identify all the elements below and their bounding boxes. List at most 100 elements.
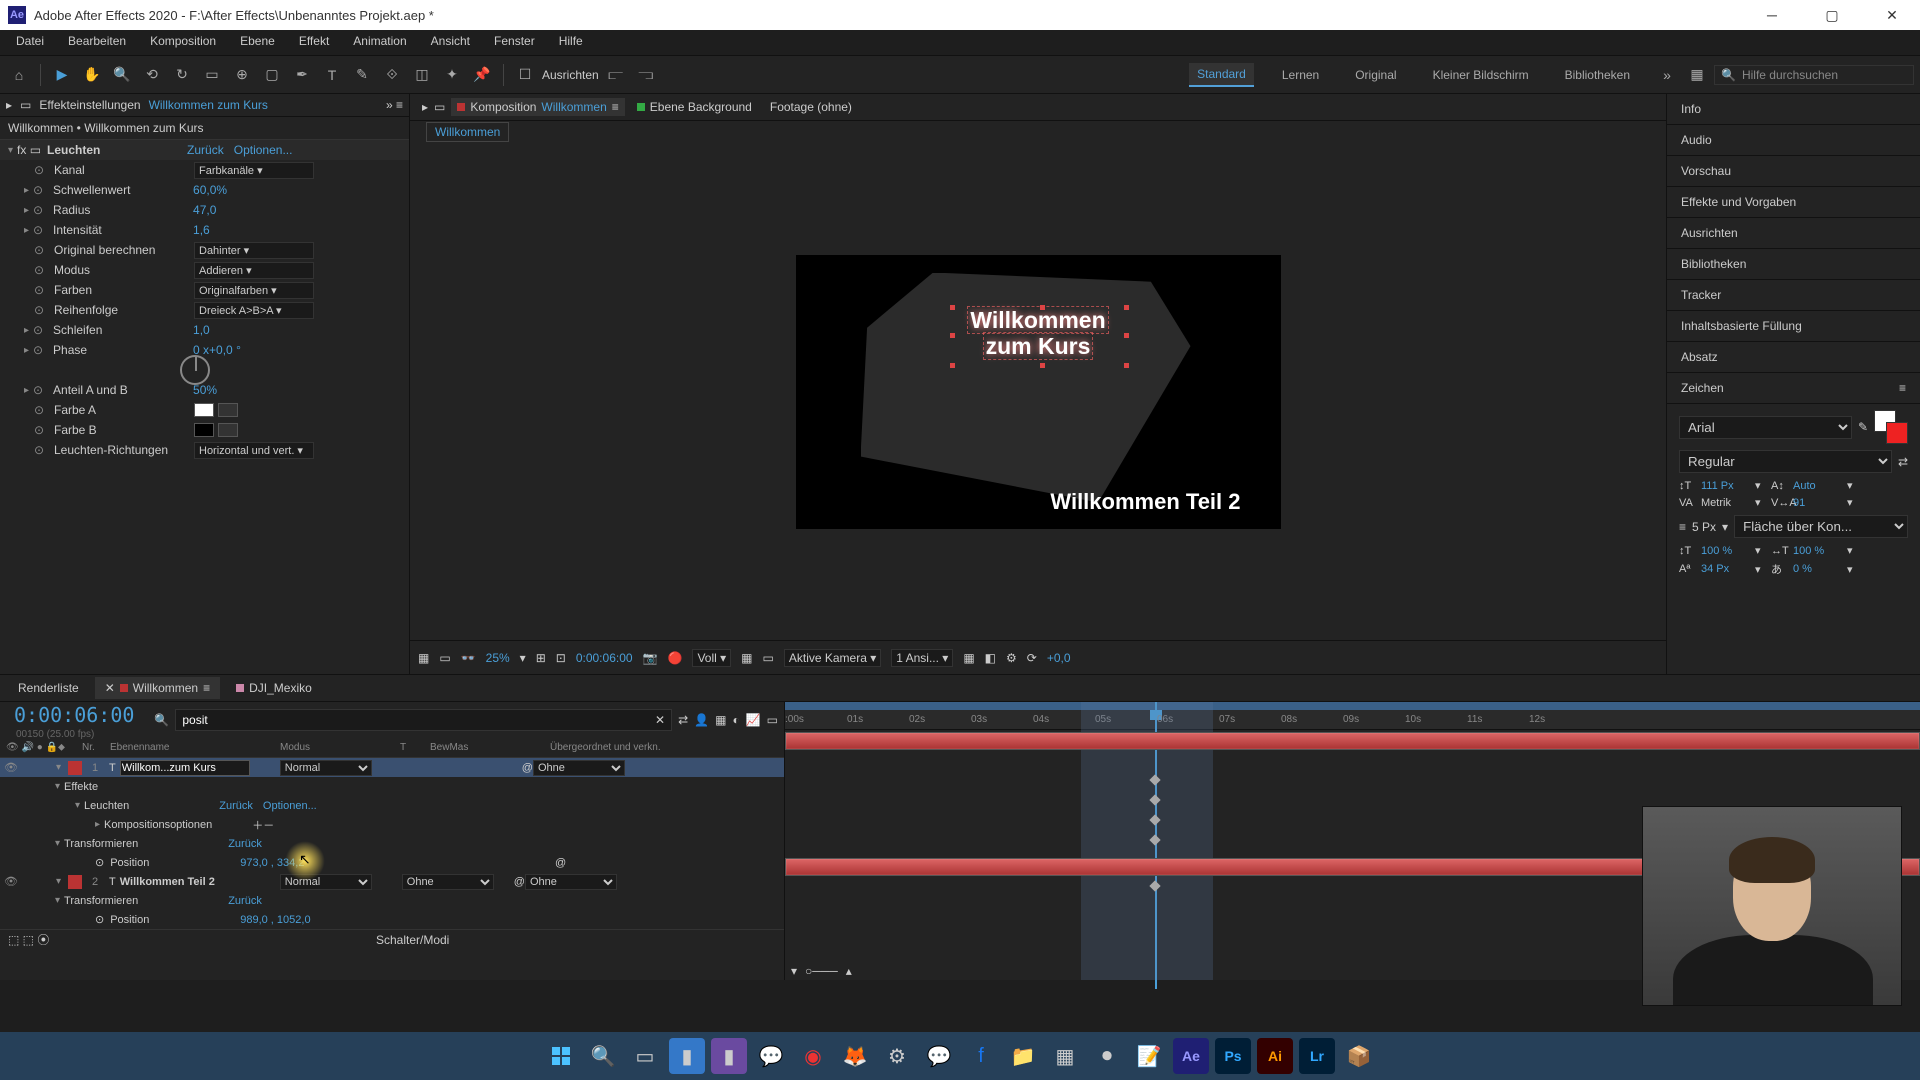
panel-absatz[interactable]: Absatz bbox=[1667, 342, 1920, 373]
snap-opt2-icon[interactable]: ⫎ bbox=[633, 62, 659, 88]
viewer-prev-icon[interactable]: ▸ bbox=[422, 100, 428, 114]
fx-reset[interactable]: Zurück bbox=[187, 143, 224, 157]
transparency-icon[interactable]: ▦ bbox=[741, 651, 752, 665]
vc-icon4[interactable]: ⟳ bbox=[1027, 651, 1037, 665]
transform-handle[interactable] bbox=[1124, 333, 1129, 338]
type-tool-icon[interactable]: T bbox=[319, 62, 345, 88]
fx-toggle-icon[interactable]: ▸ bbox=[6, 98, 12, 112]
stopwatch-icon[interactable]: ⊙ bbox=[34, 283, 48, 297]
fill-stroke-color[interactable] bbox=[1874, 410, 1908, 444]
panel-inhaltsbasierte-füllung[interactable]: Inhaltsbasierte Füllung bbox=[1667, 311, 1920, 342]
workspace-bibliotheken[interactable]: Bibliotheken bbox=[1557, 64, 1638, 86]
stopwatch-icon[interactable]: ⊙ bbox=[33, 383, 47, 397]
expand-icon[interactable]: ▸ bbox=[24, 325, 29, 336]
eyedropper-icon[interactable] bbox=[218, 403, 238, 417]
tsume[interactable]: 0 % bbox=[1793, 563, 1841, 575]
selection-tool-icon[interactable]: ▶ bbox=[49, 62, 75, 88]
timecode[interactable]: 0:00:06:00 bbox=[6, 701, 142, 729]
visibility-icon[interactable]: 👁 bbox=[4, 761, 18, 774]
pan-behind-icon[interactable]: ⊕ bbox=[229, 62, 255, 88]
stopwatch-icon[interactable]: ⊙ bbox=[33, 343, 47, 357]
snap-opt1-icon[interactable]: ⫍ bbox=[603, 62, 629, 88]
kerning[interactable]: Metrik bbox=[1701, 497, 1749, 509]
workspace-standard[interactable]: Standard bbox=[1189, 63, 1254, 87]
timeline-tab[interactable]: ✕ Willkommen ≡ bbox=[95, 677, 220, 699]
workspace-lernen[interactable]: Lernen bbox=[1274, 64, 1327, 86]
stopwatch-icon[interactable]: ⊙ bbox=[33, 223, 47, 237]
font-size[interactable]: 111 Px bbox=[1701, 480, 1749, 492]
layer-name[interactable]: Willkommen Teil 2 bbox=[120, 876, 280, 888]
zoom-slider[interactable]: ○─── bbox=[805, 964, 838, 978]
stopwatch-icon[interactable]: ⊙ bbox=[95, 856, 104, 869]
position-value[interactable]: 989,0 , 1052,0 bbox=[240, 914, 310, 926]
expand-icon[interactable]: ▸ bbox=[24, 185, 29, 196]
pen-tool-icon[interactable]: ✒ bbox=[289, 62, 315, 88]
guides-icon[interactable]: ⊡ bbox=[556, 651, 566, 665]
panel-layout-icon[interactable]: ▦ bbox=[1684, 62, 1710, 88]
motion-blur-icon[interactable]: ◐ bbox=[732, 713, 739, 727]
photoshop-icon[interactable]: Ps bbox=[1215, 1038, 1251, 1074]
panel-vorschau[interactable]: Vorschau bbox=[1667, 156, 1920, 187]
expand-icon[interactable]: ▸ bbox=[24, 345, 29, 356]
blend-mode-select[interactable]: Normal bbox=[280, 874, 372, 890]
text-teil2[interactable]: Willkommen Teil 2 bbox=[1050, 489, 1240, 515]
channel-icon[interactable]: 🔴 bbox=[668, 651, 683, 665]
snapshot-icon[interactable]: 📷 bbox=[643, 651, 658, 665]
col-bm[interactable]: BewMas bbox=[430, 742, 550, 753]
param-dropdown[interactable]: Dreieck A>B>A ▾ bbox=[194, 302, 314, 319]
facebook-icon[interactable]: f bbox=[963, 1038, 999, 1074]
text-willkommen[interactable]: Willkommen zum Kurs bbox=[796, 307, 1281, 360]
col-name[interactable]: Ebenenname bbox=[110, 742, 280, 753]
expand-icon[interactable]: ▾ bbox=[56, 762, 61, 773]
menu-animation[interactable]: Animation bbox=[341, 30, 418, 55]
menu-datei[interactable]: Datei bbox=[4, 30, 56, 55]
whatsapp-icon[interactable]: 💬 bbox=[753, 1038, 789, 1074]
workspace-kleiner bildschirm[interactable]: Kleiner Bildschirm bbox=[1425, 64, 1537, 86]
eyedropper-icon[interactable]: ✎ bbox=[1858, 420, 1868, 434]
search-icon[interactable]: 🔍 bbox=[585, 1038, 621, 1074]
taskbar-app[interactable]: 📦 bbox=[1341, 1038, 1377, 1074]
menu-ebene[interactable]: Ebene bbox=[228, 30, 287, 55]
mask-icon[interactable]: ▭ bbox=[439, 651, 450, 665]
param-value[interactable]: 0 x+0,0 ° bbox=[193, 343, 241, 357]
eraser-tool-icon[interactable]: ◫ bbox=[409, 62, 435, 88]
help-search[interactable]: Hilfe durchsuchen bbox=[1742, 68, 1838, 82]
tracking[interactable]: 91 bbox=[1793, 497, 1841, 509]
menu-ansicht[interactable]: Ansicht bbox=[419, 30, 482, 55]
shy-icon[interactable]: 👤 bbox=[694, 713, 709, 727]
fx-tab-layer[interactable]: Willkommen zum Kurs bbox=[149, 98, 268, 112]
views-select[interactable]: 1 Ansi... ▾ bbox=[891, 649, 953, 667]
transform-handle[interactable] bbox=[950, 363, 955, 368]
comp-options[interactable]: Kompositionsoptionen bbox=[104, 819, 212, 831]
orbit-tool-icon[interactable]: ⟲ bbox=[139, 62, 165, 88]
roi-icon[interactable]: ▭ bbox=[763, 651, 774, 665]
panel-ausrichten[interactable]: Ausrichten bbox=[1667, 218, 1920, 249]
task-view-icon[interactable]: ▭ bbox=[627, 1038, 663, 1074]
parent-pick-icon[interactable]: @ bbox=[514, 876, 525, 888]
zoom-out-icon[interactable]: ▾ bbox=[791, 964, 797, 978]
param-dropdown[interactable]: Dahinter ▾ bbox=[194, 242, 314, 259]
eyedropper-icon[interactable] bbox=[218, 423, 238, 437]
draft3d-icon[interactable]: ▭ bbox=[767, 713, 778, 727]
puppet-tool-icon[interactable]: 📌 bbox=[469, 62, 495, 88]
stroke-width[interactable]: 5 Px bbox=[1692, 520, 1716, 534]
effect-options[interactable]: Optionen... bbox=[263, 800, 317, 812]
viewer-lock-icon[interactable]: ▭ bbox=[434, 100, 445, 114]
zoom-tool-icon[interactable]: 🔍 bbox=[109, 62, 135, 88]
panel-audio[interactable]: Audio bbox=[1667, 125, 1920, 156]
panel-zeichen[interactable]: Zeichen bbox=[1681, 381, 1724, 395]
fx-lock-icon[interactable]: ▭ bbox=[20, 98, 31, 112]
graph-icon[interactable]: 📈 bbox=[746, 713, 761, 727]
stopwatch-icon[interactable]: ⊙ bbox=[33, 323, 47, 337]
blend-mode-select[interactable]: Normal bbox=[280, 760, 372, 776]
workspace-original[interactable]: Original bbox=[1347, 64, 1404, 86]
comp-viewport[interactable]: Willkommen zum Kurs Willkommen Teil 2 bbox=[796, 255, 1281, 529]
taskbar-app[interactable]: ▮ bbox=[711, 1038, 747, 1074]
minimize-button[interactable]: ─ bbox=[1752, 5, 1792, 25]
menu-hilfe[interactable]: Hilfe bbox=[547, 30, 595, 55]
taskbar-app[interactable]: 📝 bbox=[1131, 1038, 1167, 1074]
panel-info[interactable]: Info bbox=[1667, 94, 1920, 125]
comp-flow-icon[interactable]: ⇄ bbox=[678, 713, 688, 727]
grid-icon[interactable]: ▦ bbox=[418, 651, 429, 665]
param-dropdown[interactable]: Horizontal und vert. ▾ bbox=[194, 442, 314, 459]
